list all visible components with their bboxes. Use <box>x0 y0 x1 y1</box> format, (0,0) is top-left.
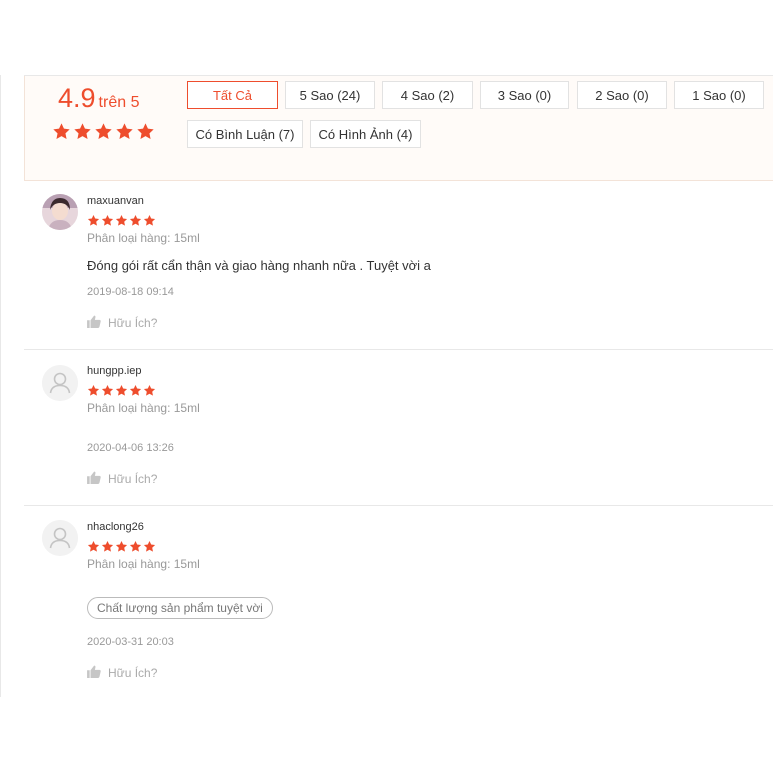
helpful-button[interactable]: Hữu Ích? <box>87 665 157 681</box>
star-icon <box>95 123 112 139</box>
star-icon <box>115 540 128 552</box>
star-icon <box>87 384 100 396</box>
rating-stars <box>52 122 155 141</box>
review-item: hungpp.iep Phân loại hàng: 15ml 2020-04-… <box>24 350 773 506</box>
thumbs-up-icon <box>87 665 101 681</box>
rating-overview: 4.9 trên 5 Tất Cả 5 Sao (24) 4 Sao (2) 3 … <box>24 76 773 181</box>
review-time: 2020-04-06 13:26 <box>87 442 174 454</box>
review-time: 2020-03-31 20:03 <box>87 636 174 648</box>
default-user-icon <box>42 365 78 401</box>
review-variant: Phân loại hàng: 15ml <box>87 557 200 571</box>
star-icon <box>87 540 100 552</box>
user-avatar[interactable] <box>42 520 78 556</box>
avatar-photo <box>42 194 78 230</box>
filter-4-star-button[interactable]: 4 Sao (2) <box>382 81 473 109</box>
star-icon <box>87 214 100 226</box>
rating-value: 4.9 <box>58 83 96 113</box>
user-avatar[interactable] <box>42 194 78 230</box>
star-icon <box>74 123 91 139</box>
review-stars <box>87 384 156 397</box>
helpful-label: Hữu Ích? <box>108 472 158 486</box>
filter-with-images-button[interactable]: Có Hình Ảnh (4) <box>310 120 421 148</box>
helpful-label: Hữu Ích? <box>108 316 158 330</box>
helpful-button[interactable]: Hữu Ích? <box>87 471 157 487</box>
thumbs-up-icon <box>87 471 101 487</box>
star-icon <box>143 540 156 552</box>
user-avatar[interactable] <box>42 365 78 401</box>
review-stars <box>87 214 156 227</box>
star-icon <box>129 384 142 396</box>
star-icon <box>101 540 114 552</box>
review-username[interactable]: nhaclong26 <box>87 521 144 533</box>
review-variant: Phân loại hàng: 15ml <box>87 401 200 415</box>
reviews-panel-left-border <box>0 75 1 697</box>
helpful-button[interactable]: Hữu Ích? <box>87 315 157 331</box>
filter-3-star-button[interactable]: 3 Sao (0) <box>480 81 569 109</box>
star-icon <box>101 214 114 226</box>
star-icon <box>101 384 114 396</box>
star-icon <box>129 540 142 552</box>
filter-all-button[interactable]: Tất Cả <box>187 81 278 109</box>
star-icon <box>129 214 142 226</box>
star-icon <box>53 123 70 139</box>
star-icon <box>137 123 154 139</box>
star-icon <box>143 214 156 226</box>
review-time: 2019-08-18 09:14 <box>87 286 174 298</box>
rating-suffix: trên 5 <box>98 94 140 111</box>
review-variant: Phân loại hàng: 15ml <box>87 231 200 245</box>
review-item: maxuanvan Phân loại hàng: 15ml Đóng gói … <box>24 181 773 350</box>
star-icon <box>143 384 156 396</box>
star-icon <box>115 384 128 396</box>
filter-2-star-button[interactable]: 2 Sao (0) <box>577 81 667 109</box>
review-quality-tag: Chất lượng sản phẩm tuyệt vời <box>87 597 273 619</box>
review-comment: Đóng gói rất cẩn thận và giao hàng nhanh… <box>87 258 431 273</box>
review-username[interactable]: hungpp.iep <box>87 365 141 377</box>
review-stars <box>87 540 156 553</box>
star-icon <box>115 214 128 226</box>
filter-with-comments-button[interactable]: Có Bình Luận (7) <box>187 120 303 148</box>
helpful-label: Hữu Ích? <box>108 666 158 680</box>
filter-5-star-button[interactable]: 5 Sao (24) <box>285 81 375 109</box>
thumbs-up-icon <box>87 315 101 331</box>
review-username[interactable]: maxuanvan <box>87 195 144 207</box>
filter-1-star-button[interactable]: 1 Sao (0) <box>674 81 764 109</box>
star-icon <box>116 123 133 139</box>
review-item: nhaclong26 Phân loại hàng: 15ml Chất lượ… <box>24 506 773 697</box>
default-user-icon <box>42 520 78 556</box>
rating-score: 4.9 trên 5 <box>58 83 139 114</box>
